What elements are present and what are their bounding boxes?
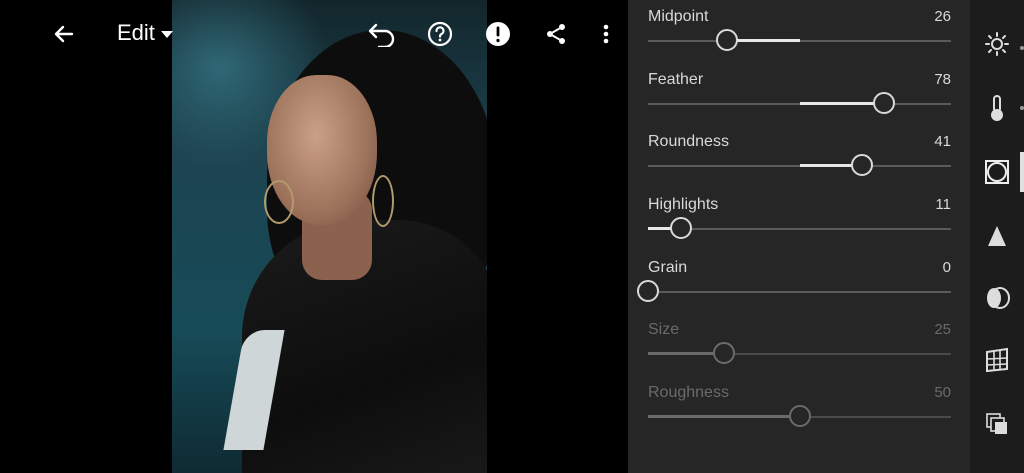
- adjustments-panel: Midpoint 26 Feather 78 Roundness 41 Highlights…: [628, 0, 970, 473]
- undo-icon[interactable]: [366, 18, 398, 50]
- more-options-icon[interactable]: [590, 18, 622, 50]
- photo-earring-left: [264, 180, 294, 224]
- alert-icon[interactable]: [482, 18, 514, 50]
- slider-label-midpoint: Midpoint: [648, 8, 709, 25]
- sun-icon[interactable]: [981, 28, 1013, 60]
- share-icon[interactable]: [540, 18, 572, 50]
- slider-value-roundness: 41: [934, 133, 951, 150]
- slider-row-feather: Feather 78: [648, 63, 951, 114]
- slider-label-roughness: Roughness: [648, 384, 729, 401]
- slider-label-highlights: Highlights: [648, 196, 719, 213]
- sharpen-icon[interactable]: [981, 220, 1013, 252]
- geometry-icon[interactable]: [981, 344, 1013, 376]
- slider-track-midpoint[interactable]: [648, 29, 951, 51]
- thermometer-icon[interactable]: [981, 92, 1013, 124]
- slider-fill-roughness: [648, 415, 800, 418]
- slider-thumb-feather[interactable]: [873, 92, 895, 114]
- slider-thumb-midpoint[interactable]: [716, 29, 738, 51]
- slider-track-feather[interactable]: [648, 92, 951, 114]
- slider-value-midpoint: 26: [934, 8, 951, 25]
- slider-row-midpoint: Midpoint 26: [648, 0, 951, 51]
- slider-row-roughness: Roughness 50: [648, 376, 951, 427]
- slider-thumb-grain[interactable]: [637, 280, 659, 302]
- slider-thumb-highlights[interactable]: [670, 217, 692, 239]
- slider-track-roundness[interactable]: [648, 154, 951, 176]
- slider-label-feather: Feather: [648, 71, 704, 88]
- slider-value-grain: 0: [942, 259, 951, 276]
- slider-track-roughness[interactable]: [648, 405, 951, 427]
- back-arrow-icon[interactable]: [48, 18, 80, 50]
- photo-preview[interactable]: [172, 0, 487, 473]
- slider-label-size: Size: [648, 321, 680, 338]
- slider-row-size: Size 25: [648, 313, 951, 364]
- slider-fill-feather: [800, 102, 884, 105]
- edit-mode-label: Edit: [117, 20, 155, 45]
- edit-mode-dropdown[interactable]: Edit: [117, 20, 173, 46]
- slider-label-grain: Grain: [648, 259, 688, 276]
- photo-earring-right: [372, 175, 394, 227]
- slider-value-feather: 78: [934, 71, 951, 88]
- vignette-icon[interactable]: [981, 156, 1013, 188]
- selected-tool-indicator: [1020, 152, 1024, 192]
- layers-icon[interactable]: [981, 408, 1013, 440]
- tool-strip: [970, 0, 1024, 473]
- slider-value-roughness: 50: [934, 384, 951, 401]
- slider-row-roundness: Roundness 41: [648, 125, 951, 176]
- chevron-down-icon: [160, 31, 173, 38]
- slider-thumb-roughness[interactable]: [789, 405, 811, 427]
- lens-icon[interactable]: [981, 282, 1013, 314]
- top-bar: Edit: [0, 0, 628, 70]
- light-indicator-dot: [1020, 46, 1024, 50]
- help-icon[interactable]: [424, 18, 456, 50]
- color-indicator-dot: [1020, 106, 1024, 110]
- slider-row-grain: Grain 0: [637, 251, 951, 302]
- slider-track-highlights[interactable]: [648, 217, 951, 239]
- slider-label-roundness: Roundness: [648, 133, 729, 150]
- slider-thumb-size[interactable]: [713, 342, 735, 364]
- slider-thumb-roundness[interactable]: [851, 154, 873, 176]
- slider-track-size[interactable]: [648, 342, 951, 364]
- slider-track-grain[interactable]: [637, 280, 951, 302]
- slider-value-highlights: 11: [935, 196, 951, 213]
- slider-row-highlights: Highlights 11: [648, 188, 951, 239]
- slider-value-size: 25: [934, 321, 951, 338]
